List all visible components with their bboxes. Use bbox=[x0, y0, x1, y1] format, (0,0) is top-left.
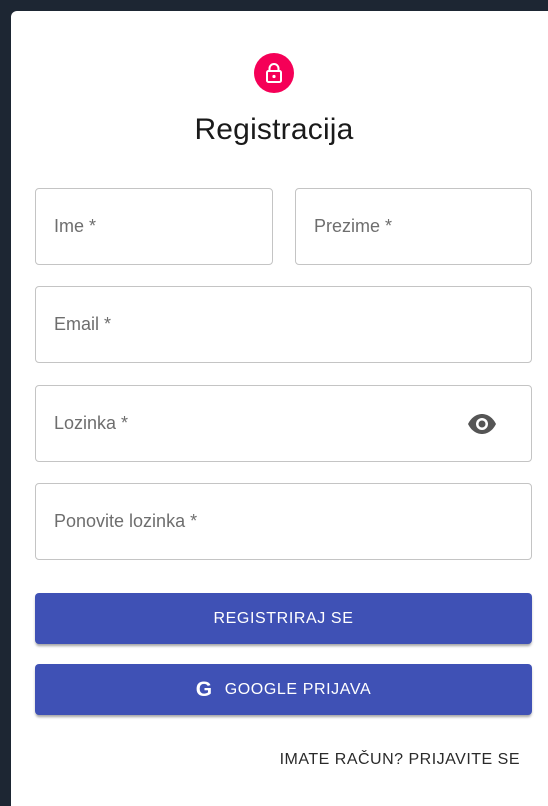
last-name-label: Prezime * bbox=[314, 216, 393, 236]
google-login-button[interactable]: G GOOGLE PRIJAVA bbox=[35, 664, 532, 715]
google-button-label: GOOGLE PRIJAVA bbox=[224, 680, 372, 698]
lock-icon bbox=[266, 63, 282, 83]
first-name-label: Ime * bbox=[54, 216, 97, 236]
first-name-field[interactable]: Ime * bbox=[35, 188, 273, 265]
lock-avatar bbox=[254, 53, 294, 93]
login-link[interactable]: IMATE RAČUN? PRIJAVITE SE bbox=[280, 751, 520, 769]
eye-icon[interactable] bbox=[467, 413, 497, 435]
google-icon: G bbox=[195, 678, 213, 701]
register-button-label: REGISTRIRAJ SE bbox=[213, 609, 354, 627]
confirm-password-label: Ponovite lozinka * bbox=[54, 511, 198, 531]
email-label: Email * bbox=[54, 314, 112, 334]
email-field[interactable]: Email * bbox=[35, 286, 532, 363]
confirm-password-field[interactable]: Ponovite lozinka * bbox=[35, 483, 532, 560]
password-label: Lozinka * bbox=[54, 413, 129, 433]
last-name-field[interactable]: Prezime * bbox=[295, 188, 532, 265]
register-button[interactable]: REGISTRIRAJ SE bbox=[35, 593, 532, 644]
password-field[interactable]: Lozinka * bbox=[35, 385, 532, 462]
page-title: Registracija bbox=[194, 113, 354, 146]
